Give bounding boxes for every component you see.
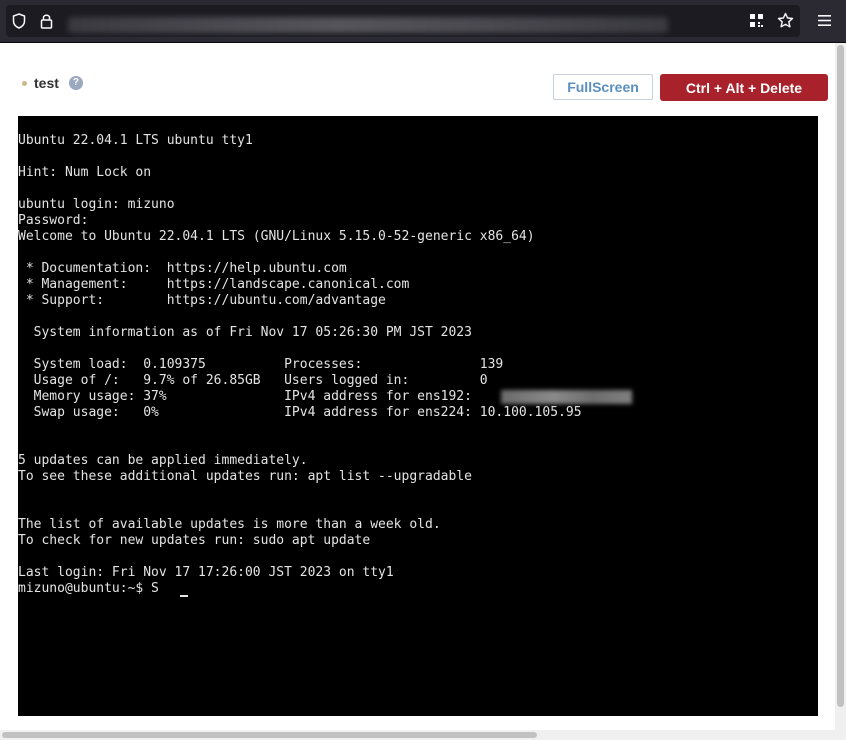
terminal-line: System load: 0.109375 Processes: 139 <box>18 357 504 372</box>
ctrl-alt-delete-button[interactable]: Ctrl + Alt + Delete <box>660 74 828 101</box>
vertical-scrollbar-thumb[interactable] <box>837 45 844 707</box>
vm-name: test <box>34 75 59 91</box>
terminal-console[interactable]: Ubuntu 22.04.1 LTS ubuntu tty1 Hint: Num … <box>18 116 818 716</box>
terminal-line: Memory usage: 37% IPv4 address for ens19… <box>18 389 480 404</box>
fullscreen-button[interactable]: FullScreen <box>553 74 653 100</box>
terminal-line: System information as of Fri Nov 17 05:2… <box>18 325 472 340</box>
terminal-line: mizuno@ubuntu:~$ S <box>18 581 159 596</box>
terminal-line: To check for new updates run: sudo apt u… <box>18 533 371 548</box>
url-bar[interactable] <box>6 5 800 37</box>
terminal-line: Usage of /: 9.7% of 26.85GB Users logged… <box>18 373 488 388</box>
console-page: test ? FullScreen Ctrl + Alt + Delete Ub… <box>0 43 835 730</box>
terminal-line: Last login: Fri Nov 17 17:26:00 JST 2023… <box>18 565 394 580</box>
terminal-line: * Management: https://landscape.canonica… <box>18 277 410 292</box>
browser-toolbar <box>0 0 846 43</box>
lock-icon[interactable] <box>40 13 53 29</box>
bookmark-star-icon[interactable] <box>777 12 794 29</box>
vm-header: test ? <box>22 75 83 91</box>
horizontal-scrollbar-thumb[interactable] <box>2 732 537 738</box>
terminal-line: ubuntu login: mizuno <box>18 197 175 212</box>
url-text-redacted[interactable] <box>68 17 668 33</box>
terminal-cursor <box>180 595 188 597</box>
ip-address-redacted <box>501 390 632 404</box>
terminal-line: * Support: https://ubuntu.com/advantage <box>18 293 386 308</box>
terminal-line: Hint: Num Lock on <box>18 165 152 180</box>
shield-icon[interactable] <box>12 13 26 29</box>
terminal-line: Welcome to Ubuntu 22.04.1 LTS (GNU/Linux… <box>18 229 535 244</box>
help-icon[interactable]: ? <box>68 76 83 90</box>
menu-icon[interactable] <box>818 15 831 26</box>
terminal-line: 5 updates can be applied immediately. <box>18 453 308 468</box>
terminal-line: * Documentation: https://help.ubuntu.com <box>18 261 347 276</box>
terminal-output: Ubuntu 22.04.1 LTS ubuntu tty1 Hint: Num … <box>18 133 582 597</box>
terminal-line: Swap usage: 0% IPv4 address for ens224: … <box>18 405 582 420</box>
vm-status-dot <box>22 80 27 86</box>
terminal-line: To see these additional updates run: apt… <box>18 469 472 484</box>
qr-code-icon[interactable] <box>749 13 764 28</box>
terminal-line: Password: <box>18 213 89 228</box>
terminal-line: Ubuntu 22.04.1 LTS ubuntu tty1 <box>18 133 253 148</box>
terminal-line: The list of available updates is more th… <box>18 517 441 532</box>
